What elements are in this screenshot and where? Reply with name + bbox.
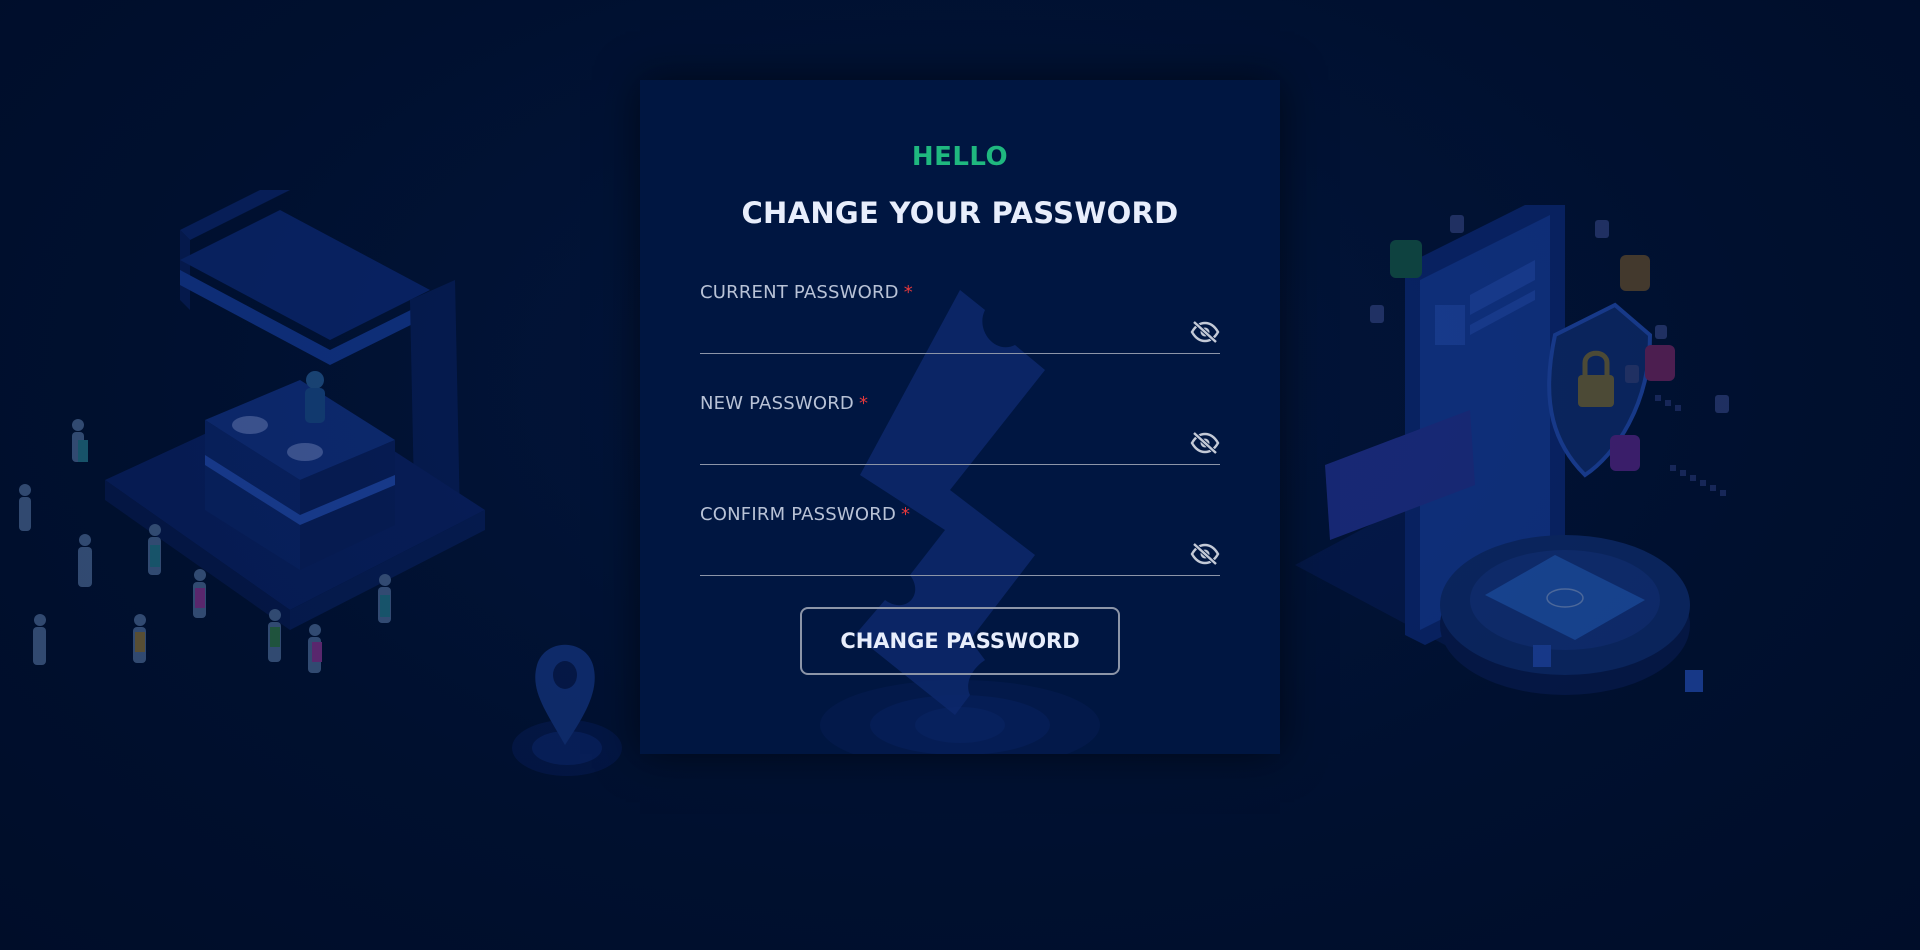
input-underline bbox=[700, 353, 1220, 354]
location-pin-illustration bbox=[512, 644, 622, 776]
eye-slash-icon[interactable] bbox=[1190, 431, 1220, 455]
input-underline bbox=[700, 464, 1220, 465]
current-password-input[interactable] bbox=[700, 312, 1184, 352]
input-underline bbox=[700, 575, 1220, 576]
confirm-password-label: CONFIRM PASSWORD * bbox=[700, 504, 911, 525]
required-asterisk: * bbox=[858, 393, 869, 414]
security-stadium-illustration bbox=[1295, 205, 1729, 695]
required-asterisk: * bbox=[903, 282, 913, 303]
confirm-password-input[interactable] bbox=[700, 534, 1184, 574]
greeting-text: HELLO bbox=[911, 142, 1009, 172]
required-asterisk: * bbox=[901, 504, 911, 525]
eye-slash-icon[interactable] bbox=[1190, 542, 1220, 566]
page-title: CHANGE YOUR PASSWORD bbox=[741, 196, 1179, 230]
new-password-input[interactable] bbox=[700, 423, 1184, 463]
eye-slash-icon[interactable] bbox=[1190, 320, 1220, 344]
new-password-field: NEW PASSWORD * bbox=[700, 393, 1220, 471]
dj-party-illustration bbox=[19, 190, 485, 673]
current-password-label: CURRENT PASSWORD * bbox=[700, 282, 913, 303]
confirm-password-field: CONFIRM PASSWORD * bbox=[700, 504, 1220, 582]
change-password-card: HELLO CHANGE YOUR PASSWORD CURRENT PASSW… bbox=[640, 80, 1280, 754]
page: HELLO CHANGE YOUR PASSWORD CURRENT PASSW… bbox=[0, 0, 1920, 950]
change-password-button[interactable]: CHANGE PASSWORD bbox=[800, 607, 1120, 675]
current-password-field: CURRENT PASSWORD * bbox=[700, 282, 1220, 360]
new-password-label: NEW PASSWORD * bbox=[700, 393, 869, 414]
